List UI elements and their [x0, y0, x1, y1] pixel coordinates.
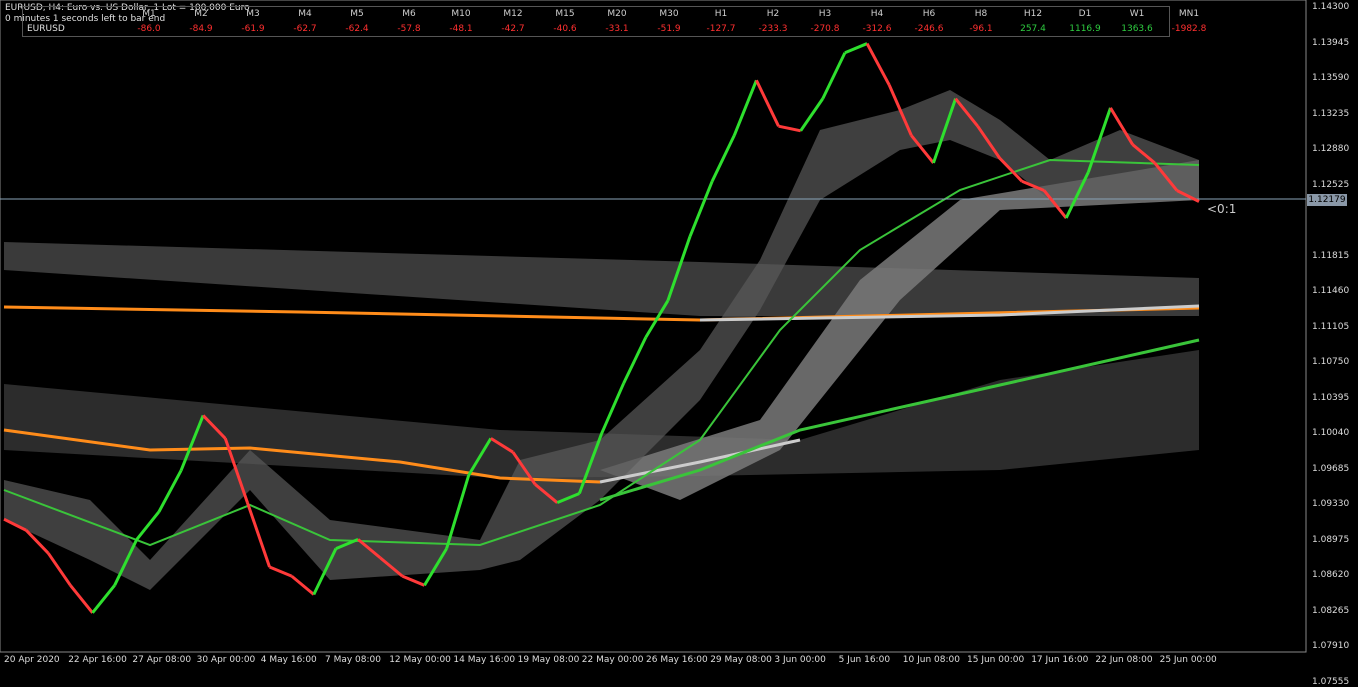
- strength-tf-h12: H12: [1023, 9, 1043, 19]
- strength-value-m1: -86.0: [137, 24, 161, 34]
- time-axis-label: 22 May 00:00: [581, 655, 644, 665]
- strength-tf-h8: H8: [974, 9, 988, 19]
- time-axis-label: 22 Jun 08:00: [1095, 655, 1153, 665]
- price-axis-label: 1.10040: [1312, 428, 1350, 438]
- time-axis-label: 14 May 16:00: [453, 655, 516, 665]
- strength-value-h2: -233.3: [758, 24, 788, 34]
- strength-tf-m30: M30: [659, 9, 679, 19]
- time-axis-label: 10 Jun 08:00: [902, 655, 960, 665]
- strength-tf-m10: M10: [451, 9, 471, 19]
- time-axis-label: 4 May 16:00: [260, 655, 317, 665]
- strength-tf-m20: M20: [607, 9, 627, 19]
- time-axis-label: 25 Jun 00:00: [1159, 655, 1217, 665]
- strength-value-m6: -57.8: [397, 24, 421, 34]
- strength-value-h8: -96.1: [969, 24, 993, 34]
- time-axis-label: 27 Apr 08:00: [132, 655, 192, 665]
- strength-tf-h2: H2: [766, 9, 780, 19]
- strength-value-m4: -62.7: [293, 24, 317, 34]
- time-axis-label: 15 Jun 00:00: [967, 655, 1025, 665]
- price-axis-label: 1.10750: [1312, 357, 1350, 367]
- strength-value-w1: 1363.6: [1121, 24, 1153, 34]
- time-axis-label: 20 Apr 2020: [4, 655, 60, 665]
- strength-tf-d1: D1: [1078, 9, 1092, 19]
- strength-tf-m5: M5: [350, 9, 364, 19]
- price-axis-label: 1.07555: [1312, 676, 1350, 687]
- strength-value-d1: 1116.9: [1069, 24, 1101, 34]
- strength-tf-m1: M1: [142, 9, 156, 19]
- time-axis-label: 29 May 08:00: [710, 655, 772, 665]
- time-axis-label: 26 May 16:00: [646, 655, 708, 665]
- strength-tf-h3: H3: [818, 9, 832, 19]
- price-axis-label: 1.09330: [1312, 499, 1350, 509]
- strength-value-m12: -42.7: [501, 24, 525, 34]
- strength-value-m5: -62.4: [345, 24, 369, 34]
- strength-value-m15: -40.6: [553, 24, 577, 34]
- price-axis-label: 1.13945: [1312, 37, 1350, 48]
- price-axis-label: 1.11105: [1312, 321, 1350, 332]
- strength-value-h6: -246.6: [914, 24, 944, 34]
- time-axis-label: 19 May 08:00: [517, 655, 580, 665]
- countdown-label: <0:1: [1207, 202, 1237, 216]
- price-axis-label: 1.11460: [1312, 286, 1350, 296]
- strength-tf-m4: M4: [298, 9, 312, 19]
- strength-tf-h4: H4: [870, 9, 884, 19]
- strength-value-m10: -48.1: [449, 24, 473, 34]
- price-axis-label: 1.12525: [1312, 179, 1350, 190]
- strength-tf-h1: H1: [714, 9, 728, 19]
- strength-value-m30: -51.9: [657, 24, 681, 34]
- strength-tf-w1: W1: [1129, 9, 1145, 19]
- strength-symbol: EURUSD: [27, 24, 65, 34]
- strength-value-h1: -127.7: [706, 24, 736, 34]
- strength-value-m3: -61.9: [241, 24, 265, 34]
- chart-area[interactable]: EURUSD, H4: Euro vs. US Dollar, 1 Lot = …: [0, 0, 1358, 687]
- strength-tf-m3: M3: [246, 9, 260, 19]
- strength-value-h3: -270.8: [810, 24, 840, 34]
- price-axis-label: 1.14300: [1312, 2, 1350, 12]
- strength-tf-m6: M6: [402, 9, 416, 19]
- strength-tf-mn1: MN1: [1178, 9, 1200, 19]
- price-axis-label: 1.12880: [1312, 144, 1350, 154]
- price-axis-label: 1.09685: [1312, 463, 1350, 474]
- price-axis-label: 1.13590: [1312, 73, 1350, 83]
- time-axis-label: 5 Jun 16:00: [838, 655, 891, 665]
- strength-tf-m12: M12: [503, 9, 523, 19]
- strength-value-mn1: -1982.8: [1171, 24, 1207, 34]
- price-axis-label: 1.08620: [1312, 570, 1350, 580]
- strength-value-m20: -33.1: [605, 24, 629, 34]
- current-price-label: 1.12179: [1307, 194, 1347, 206]
- strength-tf-m15: M15: [555, 9, 575, 19]
- strength-value-h4: -312.6: [862, 24, 892, 34]
- time-axis-label: 17 Jun 16:00: [1031, 655, 1089, 665]
- price-axis-label: 1.08265: [1312, 605, 1350, 616]
- time-axis-label: 12 May 00:00: [389, 655, 451, 665]
- strength-value-h12: 257.4: [1020, 24, 1046, 34]
- price-axis-label: 1.11815: [1312, 250, 1350, 261]
- price-axis-label: 1.07910: [1312, 641, 1350, 651]
- price-chart[interactable]: [0, 0, 1358, 670]
- currency-strength-table: EURUSD M1 -86.0 M2 -84.9 M3 -61.9 M4 -62.7 M5 -62…: [22, 6, 1206, 37]
- price-axis-label: 1.10395: [1312, 392, 1350, 403]
- time-axis-label: 7 May 08:00: [325, 655, 381, 665]
- price-axis-label: 1.08975: [1312, 534, 1350, 545]
- time-axis-label: 22 Apr 16:00: [68, 655, 127, 665]
- strength-tf-m2: M2: [194, 9, 208, 19]
- strength-value-m2: -84.9: [189, 24, 213, 34]
- time-axis-label: 3 Jun 00:00: [774, 655, 826, 665]
- strength-tf-h6: H6: [922, 9, 936, 19]
- time-axis-label: 30 Apr 00:00: [196, 655, 256, 665]
- price-axis-label: 1.13235: [1312, 108, 1350, 119]
